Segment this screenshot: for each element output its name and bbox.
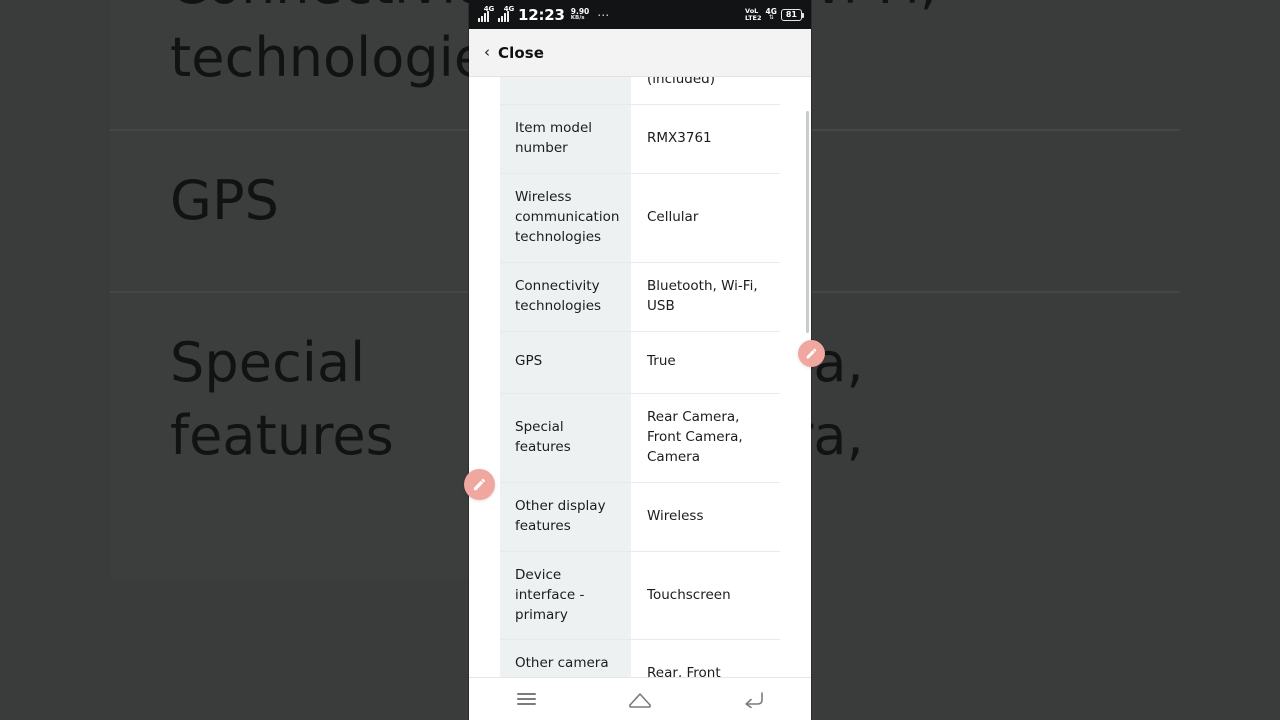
volte-icon: VoL LTE2 bbox=[745, 7, 762, 22]
edit-fab-right[interactable] bbox=[798, 340, 825, 367]
home-button[interactable] bbox=[611, 678, 669, 720]
sim1-network-label: 4G bbox=[483, 4, 494, 13]
status-bar-right: VoL LTE2 4G ⇅ 81 bbox=[745, 7, 804, 22]
table-row-key: Other display features bbox=[500, 482, 631, 551]
menu-icon bbox=[516, 693, 536, 705]
table-row-value: RMX3761 bbox=[631, 104, 780, 173]
volte-label-bottom: LTE2 bbox=[745, 13, 762, 22]
table-row-key: Special features bbox=[500, 393, 631, 482]
key-text: GPS bbox=[515, 353, 543, 370]
screen-recording-stage: Connectivity technologies ooth, Wi-Fi, G… bbox=[0, 0, 1280, 720]
data-transfer-arrows-icon: ⇅ bbox=[768, 14, 774, 22]
status-bar: 4G 4G 12:23 9.90 KB/s ⋯ VoL LTE2 4G ⇅ 81 bbox=[469, 0, 811, 29]
edit-fab-left[interactable] bbox=[464, 469, 495, 500]
value-text: RMX3761 bbox=[647, 129, 712, 146]
app-bar: ‹ Close bbox=[469, 29, 811, 77]
battery-icon: 81 bbox=[780, 8, 804, 21]
key-text: Other display features bbox=[515, 497, 606, 534]
specification-table: required. (included) Item model number R… bbox=[500, 77, 780, 678]
scroll-content[interactable]: required. (included) Item model number R… bbox=[469, 77, 811, 678]
phone-screen: 4G 4G 12:23 9.90 KB/s ⋯ VoL LTE2 4G ⇅ 81… bbox=[469, 0, 811, 720]
data-network-icon: 4G ⇅ bbox=[765, 8, 776, 22]
network-speed-indicator: 9.90 KB/s bbox=[571, 8, 590, 21]
key-text: Device interface - primary bbox=[515, 566, 585, 623]
back-arrow-icon bbox=[743, 690, 765, 708]
key-text: Wireless communication technologies bbox=[515, 188, 620, 245]
value-text: Rear Camera, Front Camera, Camera bbox=[647, 408, 743, 465]
table-row-value: Cellular bbox=[631, 173, 780, 262]
value-text: True bbox=[647, 353, 676, 370]
table-row-value: Rear Camera, Front Camera, Camera bbox=[631, 393, 780, 482]
signal-sim1-icon: 4G bbox=[478, 4, 494, 22]
pencil-icon bbox=[806, 348, 817, 359]
key-text: Connectivity technologies bbox=[515, 277, 602, 314]
table-row-key: Item model number bbox=[500, 104, 631, 173]
status-bar-left: 4G 4G 12:23 9.90 KB/s ⋯ bbox=[478, 4, 745, 24]
table-row-key: Wireless communication technologies bbox=[500, 173, 631, 262]
table-row-key: Other camera features bbox=[500, 640, 631, 678]
table-row-value: True bbox=[631, 331, 780, 393]
key-text: Other camera features bbox=[515, 655, 609, 678]
table-row-value: Bluetooth, Wi-Fi, USB bbox=[631, 262, 780, 331]
table-row-value: Wireless bbox=[631, 482, 780, 551]
notification-overflow-icon: ⋯ bbox=[597, 7, 611, 22]
signal-sim2-icon: 4G bbox=[498, 4, 514, 22]
table-row[interactable]: Device interface - primary Touchscreen bbox=[500, 551, 780, 641]
value-text: required. (included) bbox=[647, 77, 716, 87]
table-row-value: Rear, Front bbox=[631, 640, 780, 678]
key-text: Item model number bbox=[515, 119, 593, 156]
vertical-scrollbar[interactable] bbox=[806, 111, 809, 333]
pencil-icon bbox=[473, 478, 486, 491]
table-row[interactable]: Item model number RMX3761 bbox=[500, 104, 780, 174]
table-row[interactable]: Wireless communication technologies Cell… bbox=[500, 173, 780, 263]
value-text: Bluetooth, Wi-Fi, USB bbox=[647, 277, 758, 314]
system-navigation-bar bbox=[469, 677, 811, 720]
table-row-value: required. (included) bbox=[631, 77, 780, 104]
table-row-value: Touchscreen bbox=[631, 551, 780, 640]
table-row[interactable]: Other camera features Rear, Front bbox=[500, 640, 780, 678]
table-row[interactable]: Connectivity technologies Bluetooth, Wi-… bbox=[500, 262, 780, 332]
value-text: Wireless bbox=[647, 507, 704, 524]
table-row[interactable]: Special features Rear Camera, Front Came… bbox=[500, 393, 780, 483]
table-row-key: GPS bbox=[500, 331, 631, 393]
recents-button[interactable] bbox=[497, 678, 555, 720]
battery-percent-label: 81 bbox=[785, 10, 797, 19]
back-button[interactable] bbox=[725, 678, 783, 720]
table-row-key: Device interface - primary bbox=[500, 551, 631, 640]
table-row-key: Connectivity technologies bbox=[500, 262, 631, 331]
chevron-left-icon[interactable]: ‹ bbox=[484, 45, 490, 60]
key-text: Special features bbox=[515, 418, 571, 455]
value-text: Touchscreen bbox=[647, 586, 731, 603]
table-row[interactable]: GPS True bbox=[500, 331, 780, 394]
close-button-label[interactable]: Close bbox=[498, 44, 544, 62]
home-icon bbox=[628, 691, 652, 708]
table-row[interactable]: required. (included) bbox=[500, 77, 780, 105]
table-row-key bbox=[500, 77, 631, 104]
sim2-network-label: 4G bbox=[503, 4, 514, 13]
status-bar-clock: 12:23 bbox=[518, 5, 565, 24]
value-text: Rear, Front bbox=[647, 665, 721, 678]
value-text: Cellular bbox=[647, 208, 699, 225]
table-row[interactable]: Other display features Wireless bbox=[500, 482, 780, 552]
network-speed-unit: KB/s bbox=[570, 14, 585, 21]
